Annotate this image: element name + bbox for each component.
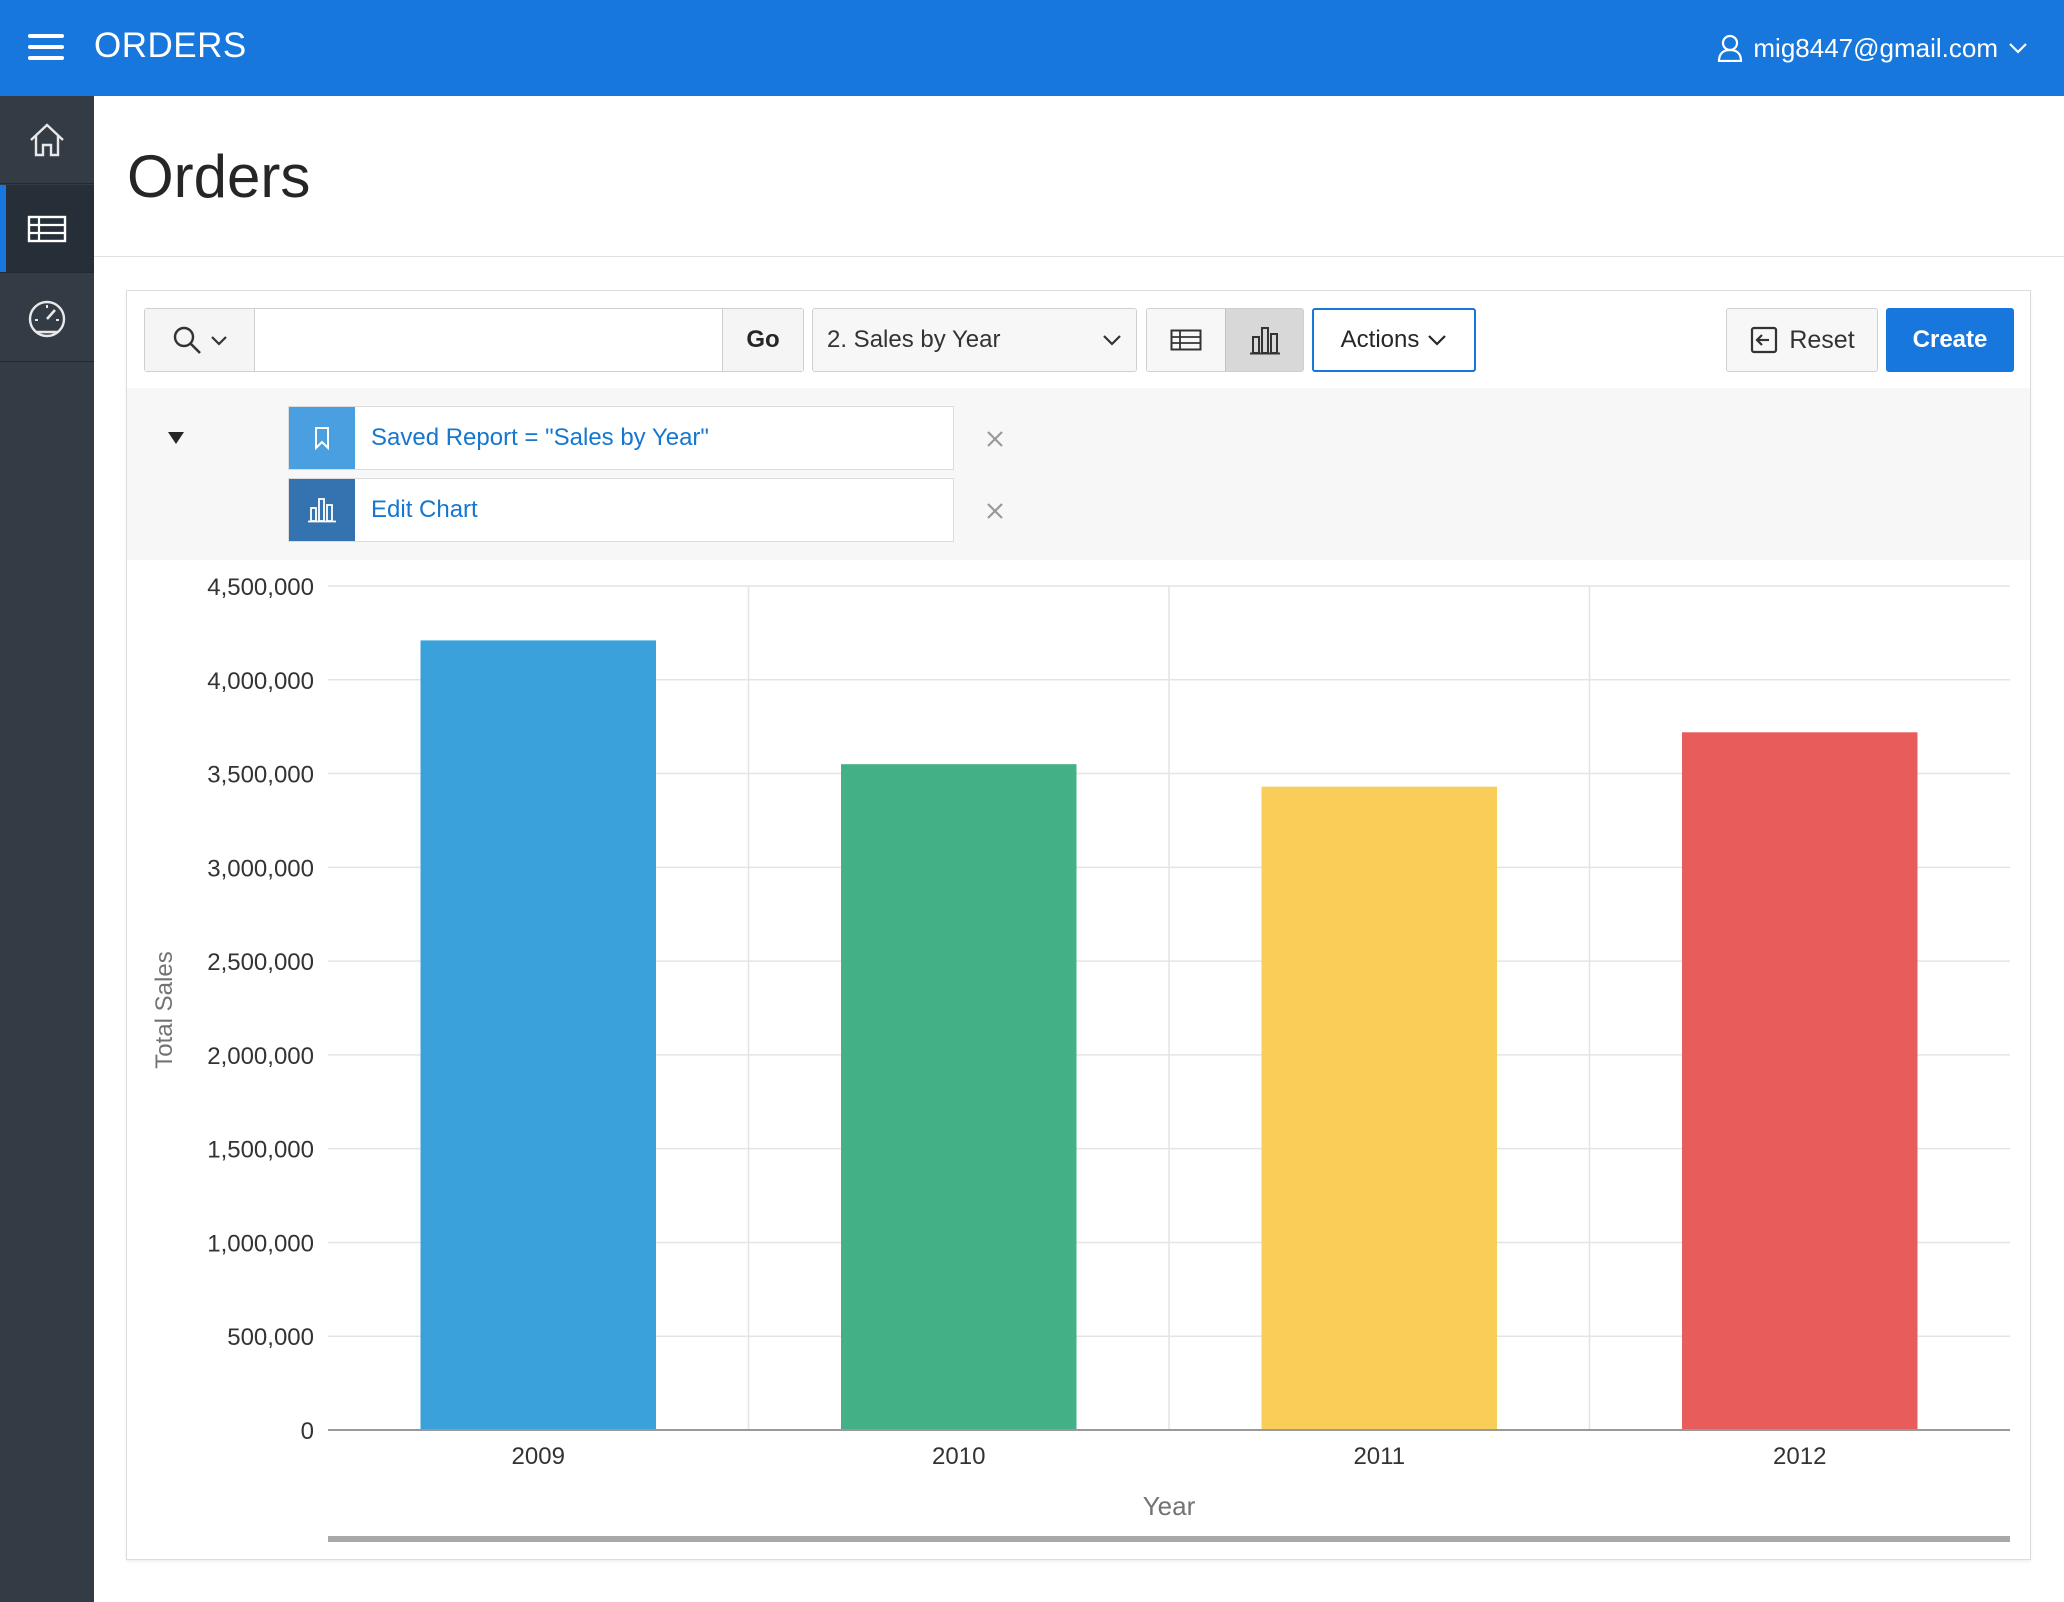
x-axis-ticks: 2009 2010 2011 2012: [512, 1443, 1827, 1470]
x-tick-label: 2010: [932, 1443, 985, 1470]
y-tick-label: 3,000,000: [207, 855, 314, 882]
y-tick-label: 3,500,000: [207, 762, 314, 789]
search-group: Go: [144, 308, 804, 372]
bar-2010[interactable]: [841, 764, 1077, 1430]
filter-edit-chart[interactable]: Edit Chart: [288, 478, 954, 542]
bar-chart-icon: [1249, 327, 1280, 355]
view-toggle-group: [1146, 308, 1304, 372]
y-tick-label: 0: [301, 1418, 314, 1445]
sales-by-year-chart: 0 500,000 1,000,000 1,500,000 2,000,000 2,500…: [151, 574, 2010, 1542]
y-tick-label: 2,000,000: [207, 1043, 314, 1070]
x-axis-label: Year: [1143, 1491, 1196, 1521]
hamburger-menu-icon[interactable]: [28, 34, 64, 62]
bookmark-icon: [315, 427, 329, 450]
y-tick-label: 500,000: [227, 1324, 314, 1351]
bar-chart-icon: [308, 498, 336, 523]
chevron-down-icon: [1103, 335, 1121, 346]
y-tick-label: 1,000,000: [207, 1230, 314, 1257]
y-tick-label: 1,500,000: [207, 1137, 314, 1164]
chevron-down-icon: [1428, 335, 1447, 346]
remove-filter-button[interactable]: [980, 424, 1010, 454]
top-header: ORDERS mig8447@gmail.com: [0, 0, 2064, 96]
table-icon: [27, 215, 67, 242]
reset-icon: [1751, 326, 1778, 354]
filter-icon-box: [289, 479, 355, 541]
sidebar-item-orders[interactable]: [0, 185, 94, 273]
bar-2011[interactable]: [1261, 786, 1497, 1430]
y-tick-label: 4,500,000: [207, 574, 314, 601]
search-column-button[interactable]: [145, 309, 255, 371]
y-tick-label: 4,000,000: [207, 668, 314, 695]
go-button[interactable]: Go: [722, 309, 803, 371]
search-input[interactable]: [256, 309, 722, 371]
sidebar-nav: [0, 96, 94, 1602]
report-view-button[interactable]: [1147, 309, 1225, 371]
y-axis-ticks: 0 500,000 1,000,000 1,500,000 2,000,000 2,500…: [207, 574, 314, 1445]
page-title: Orders: [127, 143, 311, 210]
remove-filter-button[interactable]: [980, 496, 1010, 526]
sidebar-item-home[interactable]: [0, 96, 94, 184]
user-menu[interactable]: mig8447@gmail.com: [1717, 28, 2028, 68]
saved-report-value: 2. Sales by Year: [827, 326, 1001, 353]
y-axis-label: Total Sales: [151, 951, 178, 1068]
reset-button[interactable]: Reset: [1726, 308, 1878, 372]
chevron-down-icon: [2009, 43, 2027, 54]
x-tick-label: 2012: [1773, 1443, 1826, 1470]
x-tick-label: 2011: [1353, 1443, 1405, 1470]
y-tick-label: 2,500,000: [207, 949, 314, 976]
chart-scrollbar[interactable]: [328, 1536, 2010, 1542]
actions-menu-button[interactable]: Actions: [1312, 308, 1476, 372]
create-button[interactable]: Create: [1886, 308, 2014, 372]
title-divider: [94, 256, 2064, 257]
home-icon: [30, 122, 64, 156]
collapse-toggle-icon[interactable]: [168, 432, 184, 444]
filter-label: Edit Chart: [371, 496, 478, 523]
x-tick-label: 2009: [512, 1443, 565, 1470]
search-icon: [173, 326, 201, 354]
reset-label: Reset: [1789, 325, 1855, 354]
close-icon: [987, 503, 1003, 519]
saved-report-select[interactable]: 2. Sales by Year: [812, 308, 1137, 372]
actions-label: Actions: [1340, 326, 1420, 353]
chart-view-button[interactable]: [1225, 309, 1303, 371]
filter-icon-box: [289, 407, 355, 469]
filter-label: Saved Report = "Sales by Year": [371, 424, 709, 451]
app-title[interactable]: ORDERS: [94, 26, 247, 66]
user-name: mig8447@gmail.com: [1753, 32, 1998, 63]
user-icon: [1718, 34, 1743, 62]
bar-2012[interactable]: [1682, 732, 1918, 1430]
dashboard-icon: [28, 300, 66, 337]
sidebar-item-dashboard[interactable]: [0, 274, 94, 362]
bar-2009[interactable]: [420, 640, 656, 1430]
close-icon: [987, 431, 1003, 447]
table-icon: [1170, 329, 1202, 351]
filter-saved-report[interactable]: Saved Report = "Sales by Year": [288, 406, 954, 470]
chevron-down-icon: [210, 335, 227, 346]
